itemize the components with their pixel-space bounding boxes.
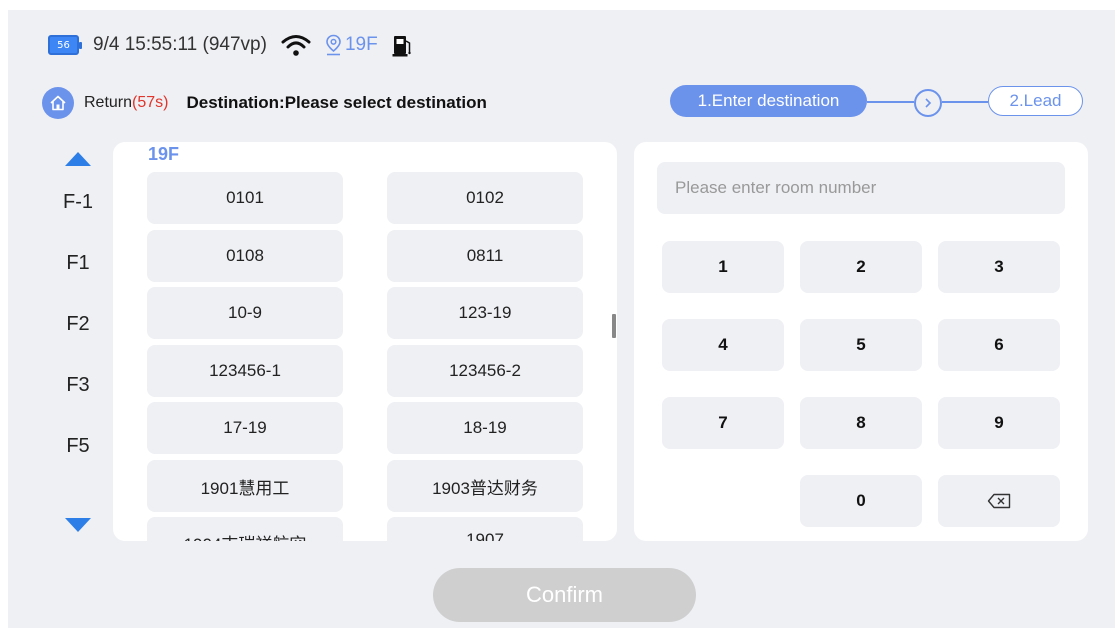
room-list-floor-title: 19F <box>148 144 180 164</box>
home-button[interactable] <box>42 87 74 119</box>
return-button[interactable]: Return(57s) <box>84 94 168 112</box>
header: Return(57s) Destination:Please select de… <box>42 87 487 119</box>
room-button[interactable]: 0101 <box>147 172 343 224</box>
floor-item[interactable]: F5 <box>48 435 108 458</box>
home-icon <box>50 95 66 111</box>
wifi-icon <box>281 35 311 56</box>
room-button[interactable]: 1907 <box>387 517 583 541</box>
room-list-panel: 19F 0101 0102 0108 0811 10-9 123-19 1234… <box>113 142 617 541</box>
return-countdown: (57s) <box>132 94 169 111</box>
key-9-button[interactable]: 9 <box>938 397 1060 449</box>
key-6-button[interactable]: 6 <box>938 319 1060 371</box>
scroll-up-arrow-icon[interactable] <box>65 152 91 166</box>
key-8-button[interactable]: 8 <box>800 397 922 449</box>
chevron-right-icon <box>914 89 942 117</box>
screen: 56 9/4 15:55:11 (947vp) 19F Return(57s) … <box>8 10 1115 628</box>
location-pin-icon <box>326 34 341 56</box>
battery-icon: 56 <box>48 35 82 55</box>
key-3-button[interactable]: 3 <box>938 241 1060 293</box>
confirm-button[interactable]: Confirm <box>433 568 696 622</box>
room-button[interactable]: 1901慧用工 <box>147 460 343 512</box>
room-button[interactable]: 18-19 <box>387 402 583 454</box>
room-button[interactable]: 0811 <box>387 230 583 282</box>
destination-text: Destination:Please select destination <box>186 93 487 112</box>
floor-item[interactable]: F3 <box>48 374 108 397</box>
keypad-panel: 1 2 3 4 5 6 7 8 9 0 <box>634 142 1088 541</box>
room-button[interactable]: 1903普达财务 <box>387 460 583 512</box>
fuel-pump-icon <box>392 36 411 57</box>
step-lead: 2.Lead <box>988 86 1083 116</box>
key-0-button[interactable]: 0 <box>800 475 922 527</box>
room-list-scrollbar[interactable] <box>612 314 616 338</box>
step-connector <box>867 101 914 103</box>
battery-level: 56 <box>57 39 70 51</box>
room-button[interactable]: 123-19 <box>387 287 583 339</box>
floor-item[interactable]: F2 <box>48 313 108 336</box>
floor-item[interactable]: F1 <box>48 252 108 275</box>
datetime: 9/4 15:55:11 (947vp) <box>93 34 267 55</box>
room-button[interactable]: 0102 <box>387 172 583 224</box>
key-7-button[interactable]: 7 <box>662 397 784 449</box>
room-button[interactable]: 17-19 <box>147 402 343 454</box>
return-label: Return <box>84 94 133 111</box>
key-5-button[interactable]: 5 <box>800 319 922 371</box>
room-button[interactable]: 123456-2 <box>387 345 583 397</box>
key-2-button[interactable]: 2 <box>800 241 922 293</box>
scroll-down-arrow-icon[interactable] <box>65 518 91 532</box>
backspace-icon <box>987 493 1011 509</box>
status-bar: 56 9/4 15:55:11 (947vp) 19F <box>48 32 414 58</box>
room-button[interactable]: 1904吉瑞祥航空 <box>147 517 343 541</box>
floor-location: 19F <box>344 34 378 55</box>
location-indicator: 19F <box>325 34 378 56</box>
step-enter-destination: 1.Enter destination <box>670 85 867 117</box>
step-connector <box>942 101 988 103</box>
room-button[interactable]: 10-9 <box>147 287 343 339</box>
room-button[interactable]: 0108 <box>147 230 343 282</box>
backspace-button[interactable] <box>938 475 1060 527</box>
key-4-button[interactable]: 4 <box>662 319 784 371</box>
room-button[interactable]: 123456-1 <box>147 345 343 397</box>
room-number-input[interactable] <box>657 162 1065 214</box>
floor-item[interactable]: F-1 <box>48 191 108 214</box>
key-1-button[interactable]: 1 <box>662 241 784 293</box>
